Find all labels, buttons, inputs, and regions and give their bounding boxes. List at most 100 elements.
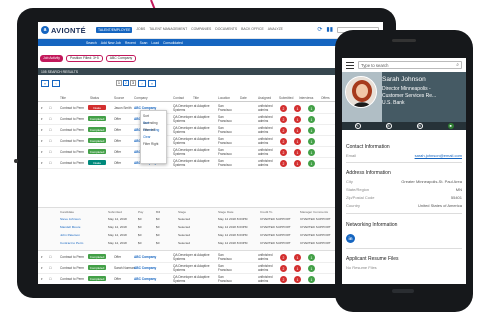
menu-filter-left[interactable]: Filter left bbox=[143, 127, 164, 134]
next-page-icon[interactable]: › bbox=[138, 80, 146, 87]
interviews-count[interactable]: 1 bbox=[294, 265, 301, 272]
offers-count[interactable]: 1 bbox=[308, 276, 315, 283]
interviews-count[interactable]: 1 bbox=[294, 254, 301, 261]
expand-icon[interactable]: ▾ bbox=[41, 106, 43, 110]
briefcase-icon[interactable]: ■ bbox=[447, 123, 454, 129]
edit-icon[interactable]: ✎ bbox=[354, 123, 361, 129]
table-row[interactable]: ▾☐Contract to PermCompletedOfferABC Comp… bbox=[38, 147, 383, 158]
subtable-cell-name[interactable]: Mandell Moore bbox=[60, 225, 80, 229]
interviews-count[interactable]: 1 bbox=[294, 116, 301, 123]
expand-icon[interactable]: ▾ bbox=[41, 161, 43, 165]
offers-count[interactable]: 1 bbox=[308, 116, 315, 123]
expand-icon[interactable]: ▾ bbox=[41, 150, 43, 154]
menu-item-jobs[interactable]: JOBS bbox=[136, 27, 145, 33]
subnav-add-job[interactable]: Add New Job bbox=[101, 41, 121, 45]
offers-count[interactable]: 1 bbox=[308, 105, 315, 112]
chart-icon[interactable]: ▮▮ bbox=[326, 26, 333, 33]
message-icon[interactable]: ✉ bbox=[416, 123, 423, 129]
subtable-row[interactable]: John Paterson May 14, 2018 $0 $0 Selected May… bbox=[38, 233, 383, 241]
offers-count[interactable]: 1 bbox=[308, 254, 315, 261]
expand-icon[interactable]: ▾ bbox=[41, 117, 43, 121]
last-page-icon[interactable]: » bbox=[148, 80, 156, 87]
avatar[interactable] bbox=[345, 76, 377, 108]
offers-count[interactable]: 1 bbox=[308, 149, 315, 156]
offers-count[interactable]: 1 bbox=[308, 138, 315, 145]
interviews-count[interactable]: 1 bbox=[294, 160, 301, 167]
row-checkbox[interactable]: ☐ bbox=[49, 150, 52, 154]
page-3[interactable]: 3 bbox=[130, 80, 136, 86]
subtable-cell-name[interactable]: John Paterson bbox=[60, 233, 80, 237]
table-row[interactable]: ▾☐Contract to PermCompletedOfferABC Comp… bbox=[38, 274, 383, 284]
table-row[interactable]: ▾☐Contract to PermCompletedOfferABC Comp… bbox=[38, 136, 383, 147]
offers-count[interactable]: 1 bbox=[308, 127, 315, 134]
expand-icon[interactable]: ▾ bbox=[41, 128, 43, 132]
row-checkbox[interactable]: ☐ bbox=[49, 139, 52, 143]
row-checkbox[interactable]: ☐ bbox=[49, 277, 52, 281]
status-badge[interactable]: Completed bbox=[88, 276, 106, 281]
submitted-count[interactable]: 2 bbox=[280, 105, 287, 112]
subnav-search[interactable]: Search bbox=[86, 41, 97, 45]
status-badge[interactable]: Completed bbox=[88, 138, 106, 143]
table-row[interactable]: ▾☐Contract to PermIntakeOfferABC Company… bbox=[38, 158, 383, 169]
hamburger-menu-icon[interactable] bbox=[346, 61, 354, 69]
menu-item-companies[interactable]: COMPANIES bbox=[191, 27, 211, 33]
col-status[interactable]: Status bbox=[90, 96, 99, 100]
col-assigned[interactable]: Assigned bbox=[258, 96, 271, 100]
subtable-cell-name[interactable]: Contract to Perm bbox=[60, 241, 83, 245]
row-checkbox[interactable]: ☐ bbox=[49, 117, 52, 121]
table-row[interactable]: ▾☐Contract to PermCompletedOfferABC Comp… bbox=[38, 114, 383, 125]
col-contact[interactable]: Contact bbox=[173, 96, 184, 100]
subtable-cell-name[interactable]: Steve Johnson bbox=[60, 217, 80, 221]
refresh-icon[interactable]: ⟳ bbox=[317, 26, 322, 33]
phone-call-icon[interactable]: ✆ bbox=[385, 123, 392, 129]
col-submitted[interactable]: Submitted bbox=[279, 96, 293, 100]
col-job-title[interactable]: Title bbox=[193, 96, 199, 100]
interviews-count[interactable]: 1 bbox=[294, 105, 301, 112]
status-badge[interactable]: Completed bbox=[88, 149, 106, 154]
status-badge[interactable]: Intake bbox=[88, 160, 106, 165]
company-link[interactable]: ABC Company bbox=[134, 277, 156, 281]
row-checkbox[interactable]: ☐ bbox=[49, 128, 52, 132]
row-checkbox[interactable]: ☐ bbox=[49, 266, 52, 270]
menu-item-talent[interactable]: TALENT/EMPLOYEE bbox=[96, 27, 133, 33]
subtable-row[interactable]: Steve Johnson May 14, 2018 $0 $0 Selected May… bbox=[38, 217, 383, 225]
submitted-count[interactable]: 2 bbox=[280, 276, 287, 283]
first-page-icon[interactable]: « bbox=[41, 80, 49, 87]
col-company[interactable]: Company bbox=[134, 96, 148, 100]
subnav-load[interactable]: Load bbox=[151, 41, 159, 45]
menu-item-documents[interactable]: DOCUMENTS bbox=[215, 27, 237, 33]
filter-chip-position[interactable]: Position Filled: 3+5 bbox=[65, 54, 103, 62]
menu-item-back-office[interactable]: BACK OFFICE bbox=[241, 27, 264, 33]
status-badge[interactable]: Completed bbox=[88, 116, 106, 121]
col-location[interactable]: Location bbox=[218, 96, 230, 100]
phone-search-input[interactable]: Type to search ⌕ bbox=[358, 61, 462, 69]
subnav-consolidated[interactable]: Consolidated bbox=[163, 41, 183, 45]
menu-item-analyze[interactable]: ANALYZE bbox=[268, 27, 283, 33]
status-badge[interactable]: Completed bbox=[88, 254, 106, 259]
menu-filter-right[interactable]: Filter Right bbox=[143, 141, 164, 148]
company-link[interactable]: ABC Company bbox=[134, 266, 156, 270]
col-interviews[interactable]: Interviews bbox=[299, 96, 313, 100]
submitted-count[interactable]: 2 bbox=[280, 149, 287, 156]
interviews-count[interactable]: 1 bbox=[294, 276, 301, 283]
submitted-count[interactable]: 2 bbox=[280, 265, 287, 272]
table-row[interactable]: ▾☐Contract to PermCompletedOfferABC Comp… bbox=[38, 252, 383, 263]
status-badge[interactable]: Intake bbox=[88, 105, 106, 110]
menu-sort-ascending[interactable]: Sort ascending bbox=[143, 113, 164, 125]
expand-icon[interactable]: ▾ bbox=[41, 255, 43, 259]
submitted-count[interactable]: 2 bbox=[280, 254, 287, 261]
filter-chip-company[interactable]: ABC Company bbox=[105, 54, 137, 62]
subnav-scan[interactable]: Scan bbox=[140, 41, 148, 45]
table-row[interactable]: ▾ ☐ Contract to Perm Completed Sarah Norman A… bbox=[38, 263, 383, 274]
interviews-count[interactable]: 1 bbox=[294, 149, 301, 156]
menu-clear[interactable]: Clear bbox=[143, 134, 164, 141]
search-icon[interactable]: ⌕ bbox=[456, 62, 459, 68]
phone-home-button[interactable] bbox=[392, 289, 414, 293]
expand-icon[interactable]: ▾ bbox=[41, 139, 43, 143]
row-checkbox[interactable]: ☐ bbox=[49, 255, 52, 259]
interviews-count[interactable]: 1 bbox=[294, 127, 301, 134]
offers-count[interactable]: 1 bbox=[308, 160, 315, 167]
menu-item-talent-management[interactable]: TALENT MANAGEMENT bbox=[149, 27, 187, 33]
status-badge[interactable]: Completed bbox=[88, 127, 106, 132]
expand-icon[interactable]: ▾ bbox=[41, 277, 43, 281]
